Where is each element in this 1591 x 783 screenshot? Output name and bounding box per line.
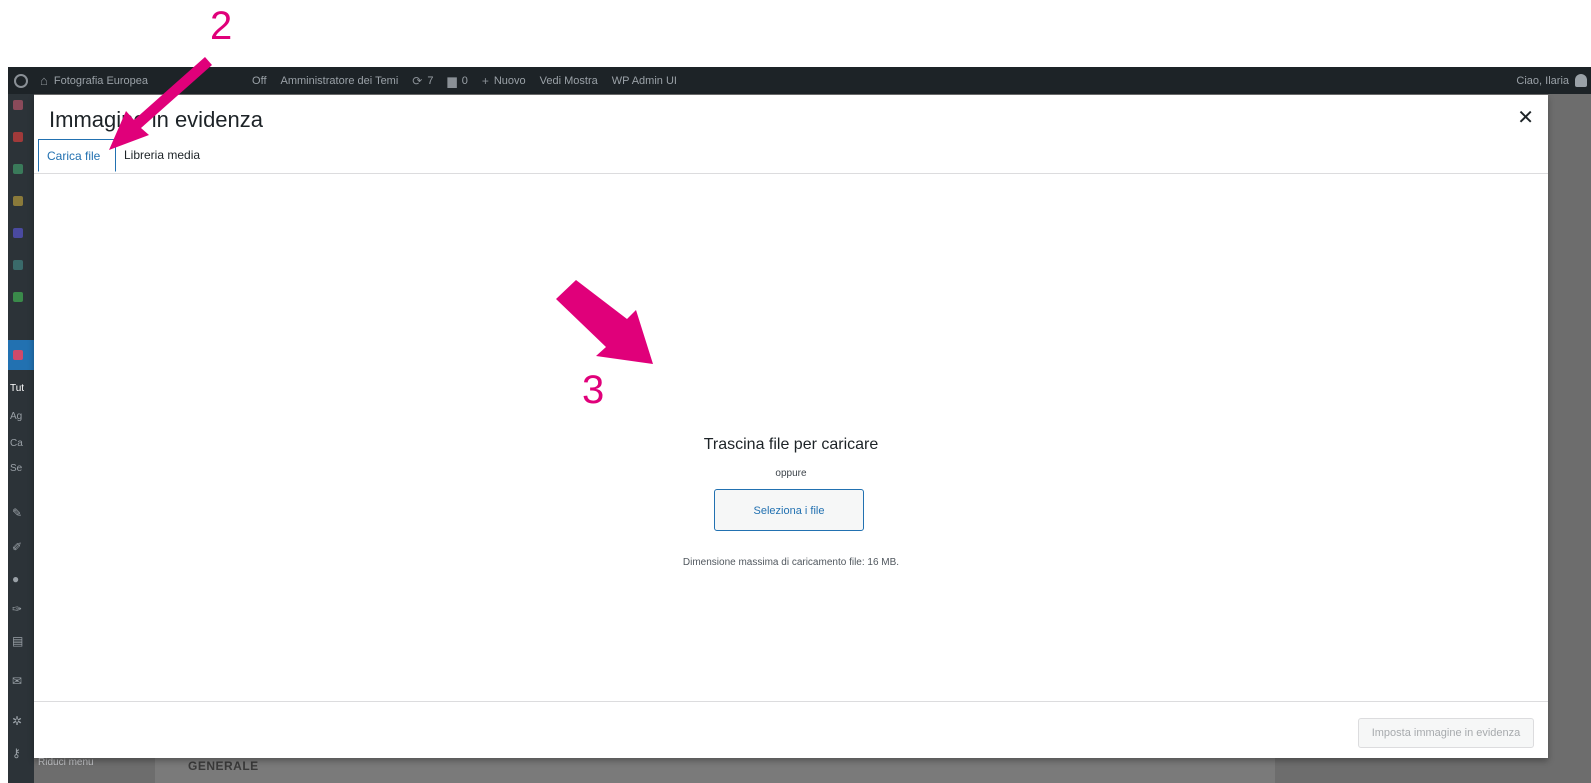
- arrow-to-drop-zone: [556, 280, 653, 364]
- arrow-to-media-library: [109, 57, 212, 150]
- annotation-arrows: [109, 57, 653, 364]
